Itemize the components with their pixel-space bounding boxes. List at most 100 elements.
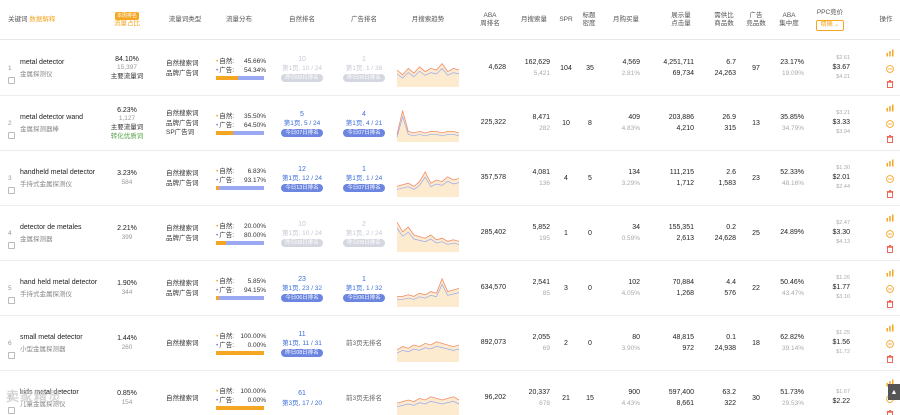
organic-rank-value[interactable]: 61 [298, 389, 306, 399]
header-supply-ratio[interactable]: 需供比 商品数 [708, 0, 740, 40]
buy-rate-value: 2.81% [621, 69, 640, 77]
ppc-low: $2.61 [836, 55, 850, 62]
monthly-buy-cell: 900 4.43% [604, 371, 640, 415]
ppc-cell: $1.25 $1.56 $1.72 [806, 316, 850, 371]
dist-ad-value: 80.00% [243, 232, 266, 239]
minus-circle-icon[interactable] [886, 64, 894, 73]
dist-ad-value: 93.17% [243, 177, 266, 184]
dist-natural-label: •自然: [216, 167, 235, 175]
aba-conc-cell: 52.33% 48.16% [772, 151, 804, 206]
monthly-trend-sparkline[interactable] [396, 214, 460, 254]
organic-rank-value[interactable]: 12 [298, 165, 306, 175]
header-aba-concentration[interactable]: ABA 集中度 [772, 0, 806, 40]
ppc-low: $1.67 [836, 389, 850, 396]
monthly-search-cell: 162,629 5,421 [512, 41, 550, 96]
ad-rank-value[interactable]: 4 [362, 110, 366, 120]
row-checkbox[interactable] [8, 297, 15, 304]
organic-rank-value[interactable]: 10 [298, 55, 306, 65]
ppc-low: $1.30 [836, 165, 850, 172]
product-count-value: 1,583 [718, 179, 736, 187]
row-checkbox[interactable] [8, 77, 15, 84]
header-monthly-search[interactable]: 月搜索量 [514, 0, 554, 40]
scroll-top-button[interactable]: ▲ [888, 384, 900, 400]
monthly-buy-value: 102 [628, 279, 640, 287]
header-dist: 流量分布 [226, 15, 252, 23]
organic-rank-page: 第1页, 12 / 24 [281, 175, 323, 183]
row-checkbox[interactable] [8, 187, 15, 194]
keyword-cn: 手持式金属探测仪 [20, 181, 72, 188]
keyword-cn: 手持式金属探测仪 [20, 291, 72, 298]
organic-rank-value[interactable]: 10 [298, 220, 306, 230]
trash-icon[interactable] [886, 245, 894, 254]
data-explain-link[interactable]: 数据解释 [29, 16, 55, 23]
row-checkbox[interactable] [8, 407, 15, 414]
trash-icon[interactable] [886, 355, 894, 364]
dist-natural: •自然: 5.85% [216, 277, 266, 286]
monthly-trend-sparkline[interactable] [396, 104, 460, 144]
bar-chart-icon[interactable] [886, 49, 894, 57]
organic-rank-cell: 61 第3页, 17 / 20 [272, 371, 332, 415]
bar-chart-icon[interactable] [886, 214, 894, 222]
traffic-share-count: 344 [121, 288, 133, 296]
header-ad-rank[interactable]: 广告排名 [334, 0, 394, 40]
trash-icon[interactable] [886, 300, 894, 309]
dist-natural-value: 35.50% [243, 112, 266, 120]
trash-icon[interactable] [886, 410, 894, 415]
ad-rank-value[interactable]: 1 [362, 275, 366, 285]
keyword-type-cell: 自然搜索词 品牌广告词 [166, 151, 199, 206]
keyword-en[interactable]: metal detector [20, 59, 64, 66]
header-aba-rank[interactable]: ABA 周排名 [470, 0, 510, 40]
impr-click-cell: 111,215 1,712 [650, 151, 694, 206]
minus-circle-icon[interactable] [886, 119, 894, 128]
monthly-trend-sparkline[interactable] [396, 159, 460, 199]
organic-rank-badge: 昨日08日排名 [281, 349, 323, 358]
minus-circle-icon[interactable] [886, 174, 894, 183]
header-impr-click[interactable]: 展示量 点击量 [656, 0, 706, 40]
aba-rank-cell: 357,578 [470, 151, 506, 206]
organic-rank-page: 第1页, 5 / 24 [283, 120, 321, 128]
product-count-value: 576 [724, 289, 736, 297]
monthly-trend-sparkline[interactable] [396, 324, 460, 364]
ad-rank-value[interactable]: 1 [362, 165, 366, 175]
bar-chart-icon[interactable] [886, 269, 894, 277]
header-ad-competitors[interactable]: 广告 竞品数 [742, 0, 770, 40]
supply-ratio-value: 63.2 [722, 389, 736, 396]
header-title-density[interactable]: 标题 密度 [578, 0, 600, 40]
ad-rank-value[interactable]: 1 [362, 55, 366, 65]
bar-chart-icon[interactable] [886, 324, 894, 332]
keyword-en[interactable]: hand held metal detector [20, 279, 97, 286]
keyword-en[interactable]: handheld metal detector [20, 169, 95, 176]
ppc-low: $1.26 [836, 275, 850, 282]
row-checkbox[interactable] [8, 352, 15, 359]
trash-icon[interactable] [886, 190, 894, 199]
minus-circle-icon[interactable] [886, 284, 894, 293]
trash-icon[interactable] [886, 135, 894, 144]
organic-rank-value[interactable]: 11 [298, 330, 305, 340]
monthly-trend-sparkline[interactable] [396, 49, 460, 89]
organic-rank-value[interactable]: 5 [300, 110, 304, 120]
header-organic-rank[interactable]: 自然排名 [272, 0, 332, 40]
monthly-trend-sparkline[interactable] [396, 269, 460, 309]
minus-circle-icon[interactable] [886, 229, 894, 238]
dist-bar-fill [216, 186, 220, 191]
ppc-match-select[interactable]: 精确 ⌄ [815, 19, 845, 31]
minus-circle-icon[interactable] [886, 339, 894, 348]
ad-rank-value[interactable]: 2 [362, 220, 366, 230]
header-monthly-buy[interactable]: 月购买量 [606, 0, 646, 40]
bar-chart-icon[interactable] [886, 159, 894, 167]
aba-conc-value: 50.46% [780, 279, 804, 287]
keyword-en[interactable]: metal detector wand [20, 114, 83, 121]
row-checkbox[interactable] [8, 132, 15, 139]
keyword-en[interactable]: detector de metales [20, 224, 81, 231]
impressions-value: 155,351 [668, 224, 694, 231]
keyword-en[interactable]: small metal detector [20, 334, 83, 341]
supply-ratio-value: 26.9 [722, 114, 736, 121]
traffic-share-cell: 0.85% 154 [104, 371, 150, 415]
monthly-trend-sparkline[interactable] [396, 379, 460, 415]
row-checkbox[interactable] [8, 242, 15, 249]
organic-rank-value[interactable]: 23 [298, 275, 306, 285]
trash-icon[interactable] [886, 80, 894, 89]
bar-chart-icon[interactable] [886, 104, 894, 112]
header-share[interactable]: 本周排名 流量占比 [104, 0, 150, 40]
header-spr[interactable]: SPR [556, 0, 576, 40]
